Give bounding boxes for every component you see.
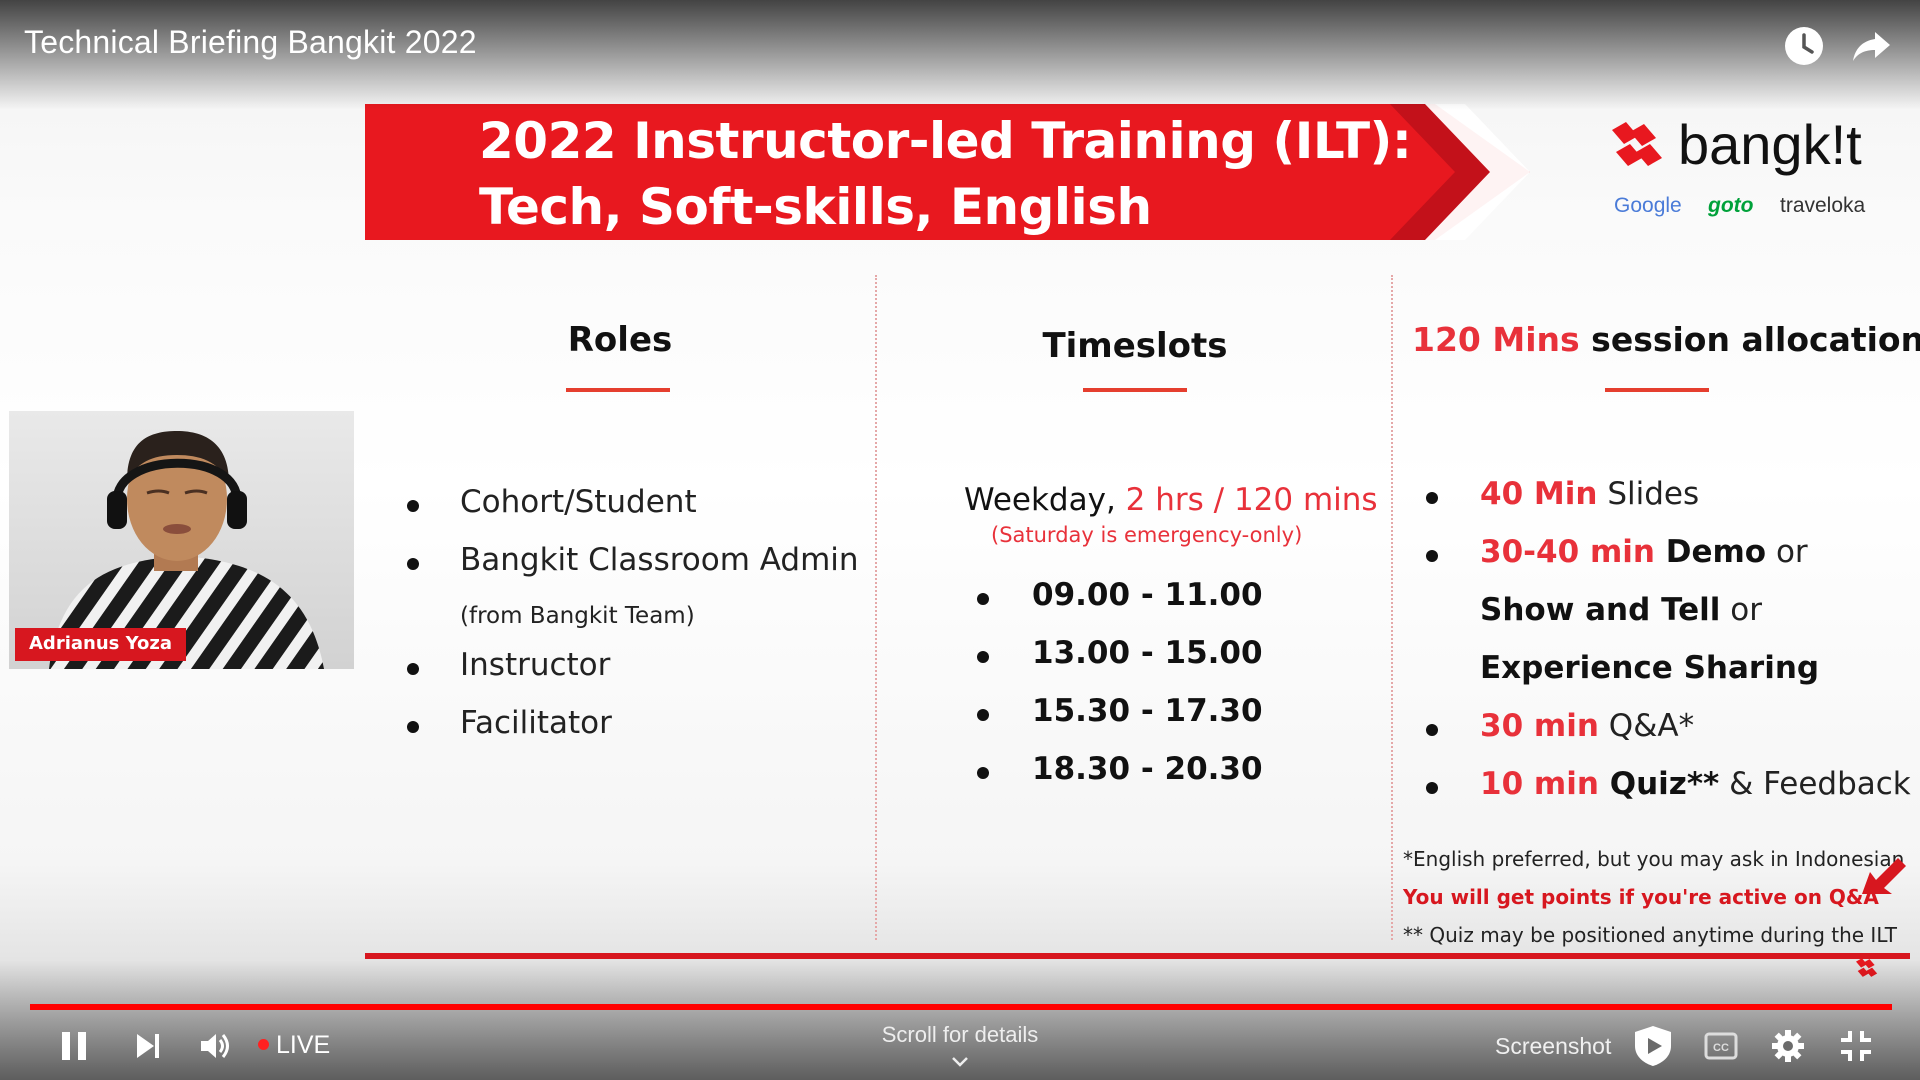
partner-goto: goto [1708,194,1754,217]
next-icon[interactable] [132,1030,164,1062]
allocation-item: 30-40 min Demo or [1480,534,1808,570]
roles-underline [566,388,670,392]
video-player[interactable]: Technical Briefing Bangkit 2022 2022 Ins… [0,0,1920,1080]
allocation-duration: 40 Min [1480,476,1598,512]
role-item: Cohort/Student [460,484,697,520]
bullet [977,593,989,605]
captions-icon[interactable]: CC [1704,1032,1738,1060]
bullet [407,663,419,675]
bullet [407,558,419,570]
partner-google: Google [1614,194,1682,217]
slide-banner: 2022 Instructor-led Training (ILT): Tech… [365,104,1530,240]
bullet [407,500,419,512]
allocation-text: Q&A* [1598,708,1695,744]
live-dot-icon [258,1038,269,1050]
allocation-text: or [1766,534,1808,570]
speaker-name-tag: Adrianus Yoza [15,628,186,661]
share-icon[interactable] [1850,24,1894,68]
bullet [977,767,989,779]
bullet [407,721,419,733]
pause-icon[interactable] [56,1028,92,1064]
allocation-heading: 120 Mins session allocation [1412,320,1920,359]
bullet [977,651,989,663]
bullet [1426,492,1438,504]
scroll-hint-text: Scroll for details [881,1022,1039,1047]
partner-traveloka: traveloka [1780,194,1866,217]
saturday-note: (Saturday is emergency-only) [991,523,1303,547]
weekday-duration: 2 hrs / 120 mins [1125,482,1378,518]
screenshot-button[interactable]: Screenshot [1495,1033,1611,1060]
allocation-item: Show and Tell or [1480,592,1762,628]
allocation-item: Experience Sharing [1480,650,1819,686]
footnote-quiz: ** Quiz may be positioned anytime during… [1403,923,1897,947]
column-divider [1391,275,1393,940]
partner-logos: Google goto traveloka [1614,194,1882,220]
role-item: Instructor [460,647,611,683]
banner-title: 2022 Instructor-led Training (ILT): Tech… [479,108,1412,240]
video-title[interactable]: Technical Briefing Bangkit 2022 [24,24,477,61]
live-label: LIVE [276,1031,331,1059]
role-sub-note: (from Bangkit Team) [460,603,695,629]
footnote-english: *English preferred, but you may ask in I… [1403,847,1905,871]
bullet [1426,550,1438,562]
timeslot-item: 15.30 - 17.30 [1032,693,1263,729]
allocation-heading-rest: session allocation [1591,320,1920,359]
pointer-arrow-icon [1862,858,1906,894]
allocation-duration: 30-40 min [1480,534,1655,570]
allocation-underline [1605,388,1709,392]
timeslots-heading: Timeslots [1042,326,1228,366]
allocation-text: or [1720,592,1762,628]
timeslot-item: 13.00 - 15.00 [1032,635,1263,671]
weekday-line: Weekday, 2 hrs / 120 mins [964,482,1378,518]
slide-bottom-rule [365,953,1910,959]
timeslot-item: 18.30 - 20.30 [1032,751,1263,787]
settings-gear-icon[interactable] [1770,1028,1806,1064]
speaker-webcam: Adrianus Yoza [9,411,354,669]
allocation-duration: 10 min [1480,766,1599,802]
chevron-down-icon [952,1057,968,1067]
bullet [1426,724,1438,736]
svg-text:CC: CC [1713,1042,1729,1054]
role-item: Facilitator [460,705,612,741]
allocation-item: 10 min Quiz** & Feedback [1480,766,1911,802]
exit-fullscreen-icon[interactable] [1838,1028,1874,1064]
banner-line-1: 2022 Instructor-led Training (ILT): [479,112,1412,170]
allocation-bold: Show and Tell [1480,592,1721,628]
weekday-prefix: Weekday, [964,482,1116,518]
allocation-text: & Feedback [1719,766,1911,802]
watch-later-icon[interactable] [1782,24,1826,68]
column-divider [875,275,877,940]
footnote-points: You will get points if you're active on … [1403,885,1879,909]
progress-bar[interactable] [30,1004,1892,1010]
live-indicator[interactable]: LIVE [258,1031,330,1060]
bullet [1426,782,1438,794]
bangkit-logo-text: bangk!t [1678,113,1862,176]
shield-play-icon[interactable] [1632,1024,1674,1068]
timeslot-item: 09.00 - 11.00 [1032,577,1263,613]
volume-icon[interactable] [198,1028,234,1064]
allocation-heading-accent: 120 Mins [1412,320,1580,359]
allocation-bold: Experience Sharing [1480,650,1820,686]
roles-heading: Roles [567,320,673,360]
allocation-bold: Demo [1654,534,1767,570]
allocation-duration: 30 min [1480,708,1599,744]
allocation-item: 30 min Q&A* [1480,708,1694,744]
banner-line-2: Tech, Soft-skills, English [479,178,1152,236]
bangkit-logo-icon [1612,122,1662,166]
scroll-for-details[interactable]: Scroll for details [860,1022,1060,1074]
allocation-text: Slides [1597,476,1700,512]
allocation-bold: Quiz** [1598,766,1720,802]
bullet [977,709,989,721]
timeslots-underline [1083,388,1187,392]
role-item: Bangkit Classroom Admin [460,542,859,578]
allocation-item: 40 Min Slides [1480,476,1699,512]
